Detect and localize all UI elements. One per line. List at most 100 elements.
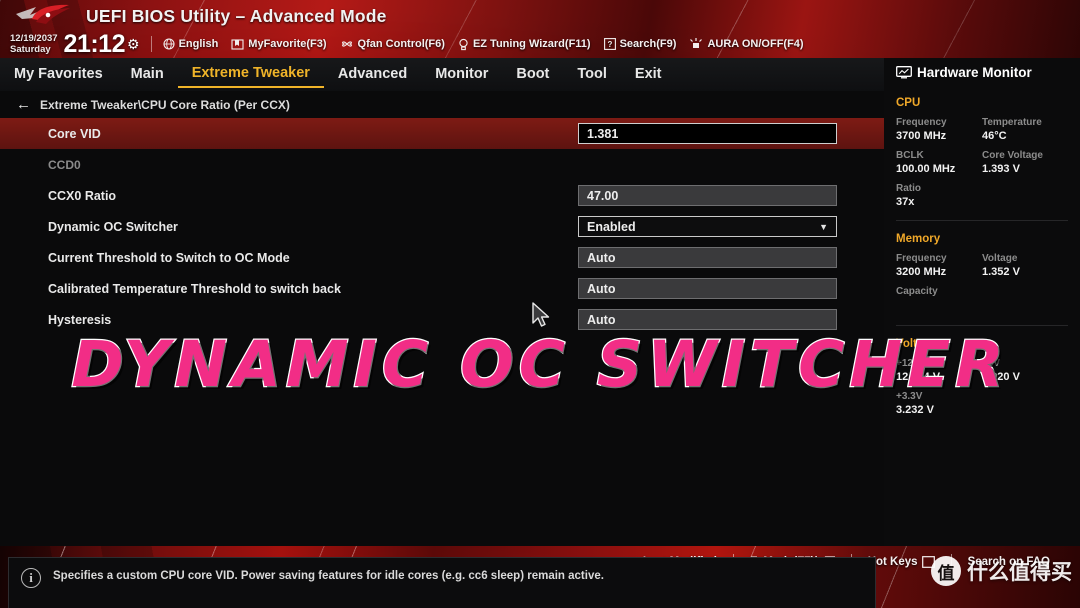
page-title: UEFI BIOS Utility – Advanced Mode [86, 5, 387, 26]
bios-header: UEFI BIOS Utility – Advanced Mode 12/19/… [0, 0, 1080, 58]
svg-text:?: ? [607, 40, 612, 49]
hw-row: Capacity [896, 286, 1068, 299]
weekday-value: Saturday [10, 44, 51, 55]
metric-value: 3.232 V [896, 404, 934, 416]
tab-tool[interactable]: Tool [563, 58, 621, 91]
metric-value: 3700 MHz [896, 130, 947, 142]
title-bar: UEFI BIOS Utility – Advanced Mode [0, 0, 387, 32]
aura-label: AURA ON/OFF(F4) [707, 38, 804, 50]
system-clock: 21:12 [63, 29, 126, 58]
metric-key: Frequency [896, 117, 947, 128]
hardware-monitor-panel: Hardware Monitor CPU Frequency 3700 MHz … [884, 58, 1080, 546]
main-menu-bar: My Favorites Main Extreme Tweaker Advanc… [0, 58, 884, 91]
hw-section-cpu: CPU [896, 97, 921, 109]
help-description-box: i Specifies a custom CPU core VID. Power… [8, 557, 876, 608]
aura-button[interactable]: AURA ON/OFF(F4) [689, 38, 804, 50]
metric-key: Ratio [896, 183, 921, 194]
setting-row-calibrated-temp-threshold[interactable]: Calibrated Temperature Threshold to swit… [0, 273, 884, 304]
settings-rows: Core VID 1.381 CCD0 CCX0 Ratio 47.00 Dyn… [0, 118, 884, 335]
hw-row: Frequency 3700 MHz Temperature 46°C [896, 117, 1068, 142]
system-date: 12/19/2037 Saturday [10, 33, 58, 55]
tab-my-favorites[interactable]: My Favorites [0, 58, 117, 91]
question-box-icon: ? [603, 38, 616, 50]
hw-row: +3.3V 3.232 V [896, 391, 1068, 416]
watermark: 值 什么值得买 [931, 556, 1072, 586]
tab-boot[interactable]: Boot [502, 58, 563, 91]
hw-metric-mem-frequency: Frequency 3200 MHz [896, 253, 982, 278]
setting-row-current-threshold[interactable]: Current Threshold to Switch to OC Mode A… [0, 242, 884, 273]
metric-value: 37x [896, 196, 915, 208]
selected-value: Enabled [587, 219, 636, 234]
hw-metric-core-voltage: Core Voltage 1.393 V [982, 150, 1068, 175]
hw-metric-33v: +3.3V 3.232 V [896, 391, 1068, 416]
watermark-badge: 值 [931, 556, 961, 586]
dynamic-oc-switcher-select[interactable]: Enabled ▼ [578, 216, 837, 237]
metric-value: 3200 MHz [896, 266, 947, 278]
hysteresis-input[interactable]: Auto [578, 309, 837, 330]
core-vid-input[interactable]: 1.381 [578, 123, 837, 144]
setting-row-core-vid[interactable]: Core VID 1.381 [0, 118, 884, 149]
search-label: Search(F9) [619, 38, 677, 50]
hw-metric-12v: +12V 12.264 V [896, 358, 982, 383]
tab-extreme-tweaker[interactable]: Extreme Tweaker [177, 61, 324, 88]
hw-row: BCLK 100.00 MHz Core Voltage 1.393 V [896, 150, 1068, 175]
settings-panel: ← Extreme Tweaker\CPU Core Ratio (Per CC… [0, 91, 884, 608]
divider [150, 36, 152, 52]
setting-row-ccx0-ratio[interactable]: CCX0 Ratio 47.00 [0, 180, 884, 211]
metric-value: 12.264 V [896, 371, 941, 383]
hardware-monitor-title: Hardware Monitor [896, 60, 1068, 85]
rog-logo-icon [14, 3, 76, 29]
metric-key: +3.3V [896, 391, 923, 402]
metric-key: Core Voltage [982, 150, 1043, 161]
hw-row: Frequency 3200 MHz Voltage 1.352 V [896, 253, 1068, 278]
hw-metric-capacity: Capacity [896, 286, 1068, 299]
setting-row-dynamic-oc-switcher[interactable]: Dynamic OC Switcher Enabled ▼ [0, 211, 884, 242]
metric-value: 4.920 V [982, 371, 1020, 383]
bookmark-icon [231, 38, 244, 50]
hw-section-voltage: Voltage [896, 338, 937, 350]
gear-icon[interactable]: ⚙ [127, 36, 140, 53]
language-button[interactable]: English [163, 38, 219, 50]
current-threshold-input[interactable]: Auto [578, 247, 837, 268]
metric-key: BCLK [896, 150, 924, 161]
setting-section-ccd0: CCD0 [0, 149, 884, 180]
hw-title-label: Hardware Monitor [917, 65, 1032, 80]
hot-keys-button[interactable]: Hot Keys [868, 556, 935, 568]
ez-tuning-wizard-button[interactable]: EZ Tuning Wizard(F11) [458, 38, 591, 51]
hw-row: Ratio 37x [896, 183, 1068, 208]
hw-metric-frequency: Frequency 3700 MHz [896, 117, 982, 142]
search-button[interactable]: ? Search(F9) [603, 38, 677, 50]
metric-key: Frequency [896, 253, 947, 264]
breadcrumb[interactable]: ← Extreme Tweaker\CPU Core Ratio (Per CC… [0, 91, 884, 118]
ez-tuning-label: EZ Tuning Wizard(F11) [472, 38, 591, 50]
section-label: CCD0 [48, 157, 81, 172]
help-text: Specifies a custom CPU core VID. Power s… [53, 570, 604, 582]
metric-value: 46°C [982, 130, 1007, 142]
watermark-text: 什么值得买 [967, 560, 1072, 584]
setting-row-hysteresis[interactable]: Hysteresis Auto [0, 304, 884, 335]
calibrated-temp-threshold-input[interactable]: Auto [578, 278, 837, 299]
back-arrow-icon[interactable]: ← [16, 96, 31, 113]
language-label: English [178, 38, 219, 50]
globe-icon [163, 38, 175, 50]
metric-key: Temperature [982, 117, 1042, 128]
myfavorite-label: MyFavorite(F3) [248, 38, 327, 50]
tab-monitor[interactable]: Monitor [421, 58, 502, 91]
divider [896, 325, 1068, 326]
metric-value: 100.00 MHz [896, 163, 956, 175]
hw-row: +12V 12.264 V +5V 4.920 V [896, 358, 1068, 383]
date-value: 12/19/2037 [10, 33, 58, 44]
divider [896, 220, 1068, 221]
myfavorite-button[interactable]: MyFavorite(F3) [231, 38, 327, 50]
qfan-control-button[interactable]: Qfan Control(F6) [340, 38, 445, 50]
hw-metric-mem-voltage: Voltage 1.352 V [982, 253, 1068, 278]
lightbulb-icon [458, 38, 469, 51]
metric-value: 1.352 V [982, 266, 1020, 278]
tab-advanced[interactable]: Advanced [324, 58, 421, 91]
tab-exit[interactable]: Exit [621, 58, 676, 91]
ccx0-ratio-input[interactable]: 47.00 [578, 185, 837, 206]
fan-icon [340, 38, 354, 50]
hw-metric-temperature: Temperature 46°C [982, 117, 1068, 142]
tab-main[interactable]: Main [117, 58, 178, 91]
chevron-down-icon[interactable]: ▼ [819, 222, 828, 232]
